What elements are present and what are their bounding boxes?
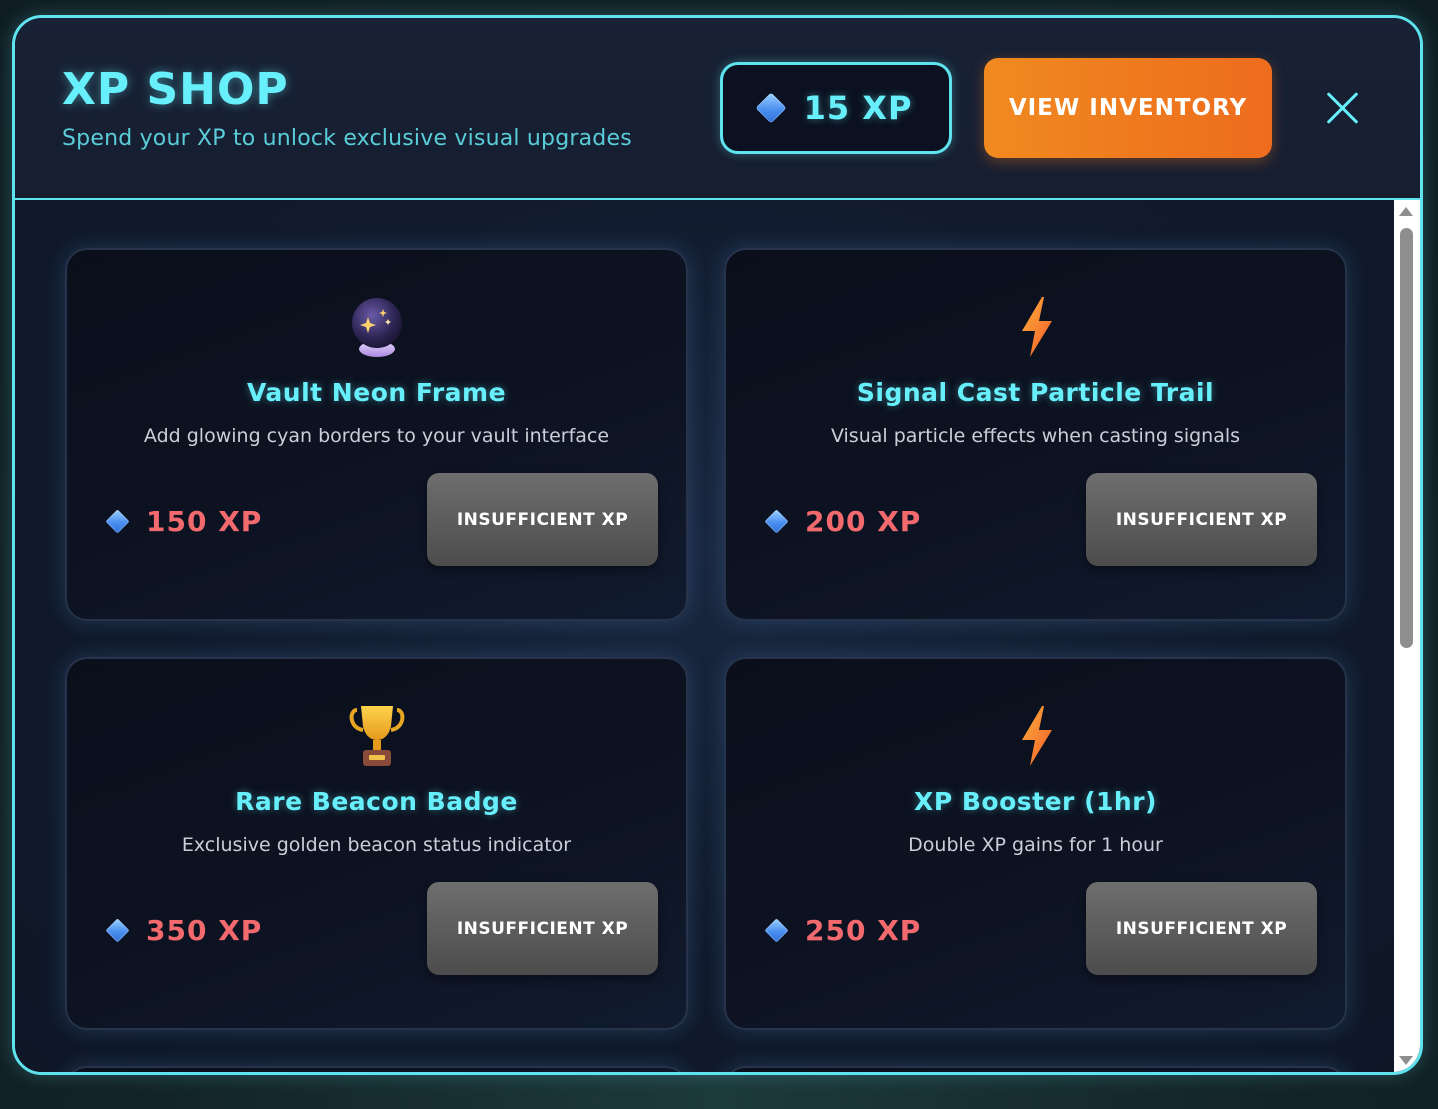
item-name: Signal Cast Particle Trail bbox=[856, 378, 1215, 407]
item-price: 200 XP bbox=[764, 505, 922, 538]
diamond-icon bbox=[764, 918, 789, 943]
shop-item-card: Vault Neon Frame Add glowing cyan border… bbox=[65, 248, 688, 621]
scrollbar-thumb[interactable] bbox=[1400, 228, 1413, 648]
item-description: Exclusive golden beacon status indicator bbox=[181, 834, 572, 856]
xp-balance-badge: 15 XP bbox=[720, 62, 952, 154]
item-description: Double XP gains for 1 hour bbox=[908, 834, 1163, 856]
item-description: Add glowing cyan borders to your vault i… bbox=[143, 425, 610, 447]
item-price-value: 350 XP bbox=[146, 914, 263, 947]
close-icon[interactable] bbox=[1325, 90, 1361, 126]
scroll-up-arrow-icon[interactable] bbox=[1399, 207, 1413, 216]
diamond-icon bbox=[755, 92, 787, 124]
insufficient-xp-button[interactable]: INSUFFICIENT XP bbox=[427, 473, 658, 566]
item-price-value: 250 XP bbox=[805, 914, 922, 947]
insufficient-xp-button[interactable]: INSUFFICIENT XP bbox=[1086, 473, 1317, 566]
item-name: XP Booster (1hr) bbox=[914, 787, 1157, 816]
insufficient-xp-button[interactable]: INSUFFICIENT XP bbox=[1086, 882, 1317, 975]
crystal-ball-icon bbox=[351, 298, 402, 357]
item-price: 250 XP bbox=[764, 914, 922, 947]
vertical-scrollbar[interactable] bbox=[1394, 200, 1420, 1072]
diamond-icon bbox=[105, 918, 130, 943]
xp-shop-modal: XP SHOP Spend your XP to unlock exclusiv… bbox=[12, 15, 1423, 1075]
modal-header: XP SHOP Spend your XP to unlock exclusiv… bbox=[15, 18, 1420, 200]
item-name: Vault Neon Frame bbox=[246, 378, 507, 407]
item-description: Visual particle effects when casting sig… bbox=[830, 425, 1241, 447]
item-price-value: 200 XP bbox=[805, 505, 922, 538]
lightning-bolt-icon bbox=[1021, 297, 1052, 357]
page-subtitle: Spend your XP to unlock exclusive visual… bbox=[62, 126, 632, 151]
item-price-value: 150 XP bbox=[146, 505, 263, 538]
shop-item-card: XP Booster (1hr) Double XP gains for 1 h… bbox=[724, 657, 1347, 1030]
shop-item-card: Signal Cast Particle Trail Visual partic… bbox=[724, 248, 1347, 621]
diamond-icon bbox=[764, 509, 789, 534]
item-price: 150 XP bbox=[105, 505, 263, 538]
diamond-icon bbox=[105, 509, 130, 534]
xp-balance-value: 15 XP bbox=[803, 89, 913, 127]
lightning-bolt-icon bbox=[1021, 706, 1052, 766]
shop-items-area[interactable]: Vault Neon Frame Add glowing cyan border… bbox=[15, 200, 1420, 1072]
shop-item-card-partial bbox=[65, 1066, 688, 1072]
scroll-down-arrow-icon[interactable] bbox=[1399, 1056, 1413, 1065]
page-title: XP SHOP bbox=[62, 64, 289, 115]
shop-item-card: Rare Beacon Badge Exclusive golden beaco… bbox=[65, 657, 688, 1030]
item-price: 350 XP bbox=[105, 914, 263, 947]
trophy-icon bbox=[349, 706, 404, 766]
view-inventory-button[interactable]: VIEW INVENTORY bbox=[984, 58, 1272, 158]
shop-item-card-partial bbox=[724, 1066, 1347, 1072]
insufficient-xp-button[interactable]: INSUFFICIENT XP bbox=[427, 882, 658, 975]
item-name: Rare Beacon Badge bbox=[235, 787, 518, 816]
